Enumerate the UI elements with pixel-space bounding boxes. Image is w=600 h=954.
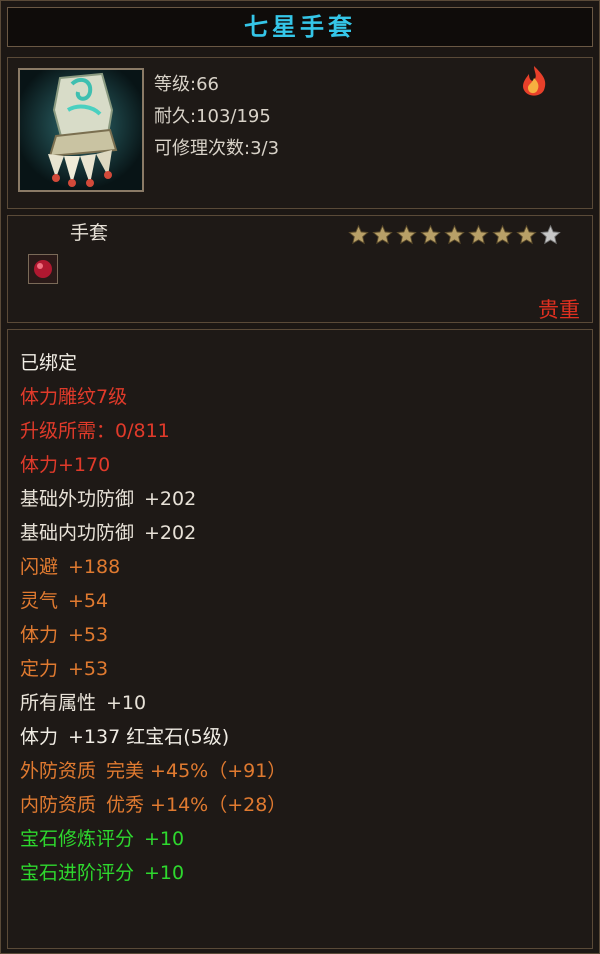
attribute-value: +202 [144,488,197,510]
attribute-value: +10 [144,828,185,850]
attribute-row: 体力 +53 [20,620,108,647]
durability-stat: 耐久:103/195 [154,106,271,127]
attribute-label: 所有属性 [20,692,97,714]
star-icon [348,224,369,245]
attribute-label: 宝石修炼评分 [20,828,135,850]
item-header-panel: 等级:66 耐久:103/195 可修理次数:3/3 [7,57,593,209]
attribute-value: +53 [68,658,109,680]
attribute-value: +137 红宝石(5级) [68,726,230,748]
attribute-row: 灵气 +54 [20,586,108,613]
attribute-row: 体力雕纹7级 [20,382,127,409]
attribute-row: 体力 +137 红宝石(5级) [20,722,229,749]
attribute-list: 已绑定 体力雕纹7级 升级所需：0/811 体力+170 基础外功防御 +202 基础内功防… [7,329,593,949]
attribute-row: 所有属性 +10 [20,688,146,715]
attribute-value: +54 [68,590,109,612]
attribute-label: 宝石进阶评分 [20,862,135,884]
attribute-label: 闪避 [20,556,59,578]
attribute-row: 宝石进阶评分 +10 [20,858,184,885]
attribute-value: 完美 +45%（+91） [106,760,287,782]
fire-emblem-icon [516,64,552,100]
star-icon [420,224,441,245]
ruby-gem-icon[interactable] [28,254,58,284]
attribute-label: 体力雕纹7级 [20,386,128,408]
attribute-label: 灵气 [20,590,59,612]
star-icon [372,224,393,245]
item-name: 七星手套 [244,13,356,41]
star-icon [396,224,417,245]
attribute-label: 定力 [20,658,59,680]
repair-count-stat: 可修理次数:3/3 [154,138,280,159]
attribute-label: 已绑定 [20,352,78,374]
attribute-row: 基础内功防御 +202 [20,518,196,545]
star-icon [516,224,537,245]
attribute-label: 体力 [20,726,59,748]
attribute-row: 内防资质 优秀 +14%（+28） [20,790,286,817]
attribute-label: 基础内功防御 [20,522,135,544]
attribute-row: 体力+170 [20,450,110,477]
level-stat: 等级:66 [154,74,219,95]
star-icon [468,224,489,245]
attribute-label: 外防资质 [20,760,97,782]
attribute-label: 基础外功防御 [20,488,135,510]
star-rating [347,224,562,246]
attribute-value: +202 [144,522,197,544]
item-tooltip: 七星手套 等级:66 耐久:103/195 可修理次数:3/3 手套 贵重 已绑… [0,0,600,954]
attribute-value: +53 [68,624,109,646]
attribute-label: 体力+170 [20,454,111,476]
gauntlet-icon [18,68,144,192]
item-type-panel: 手套 贵重 [7,215,593,323]
attribute-row: 已绑定 [20,348,77,375]
star-icon [492,224,513,245]
attribute-label: 体力 [20,624,59,646]
attribute-label: 内防资质 [20,794,97,816]
attribute-row: 闪避 +188 [20,552,120,579]
rarity-label: 贵重 [538,298,580,322]
attribute-value: +188 [68,556,121,578]
title-bar: 七星手套 [7,7,593,47]
attribute-label: 升级所需：0/811 [20,420,170,442]
attribute-value: 优秀 +14%（+28） [106,794,287,816]
attribute-value: +10 [144,862,185,884]
attribute-value: +10 [106,692,147,714]
item-type: 手套 [70,222,109,244]
attribute-row: 定力 +53 [20,654,108,681]
star-icon [444,224,465,245]
attribute-row: 外防资质 完美 +45%（+91） [20,756,286,783]
attribute-row: 升级所需：0/811 [20,416,170,443]
attribute-row: 宝石修炼评分 +10 [20,824,184,851]
attribute-row: 基础外功防御 +202 [20,484,196,511]
star-icon [540,224,561,245]
